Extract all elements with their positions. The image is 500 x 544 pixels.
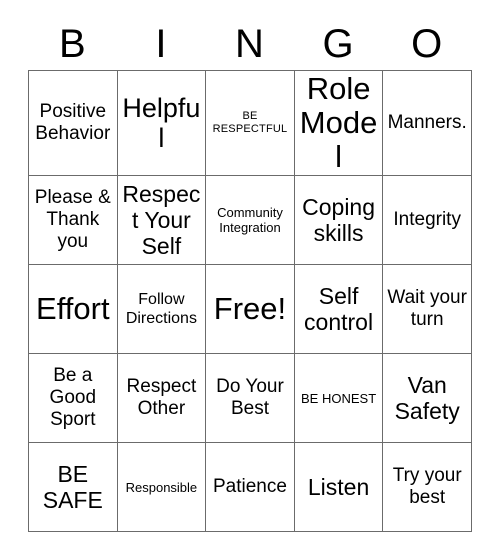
bingo-header-letter-g: G xyxy=(322,22,354,66)
bingo-cell-label: Respect Your Self xyxy=(122,181,201,259)
bingo-cell-label: Free! xyxy=(213,291,287,326)
bingo-cell-label: Responsible xyxy=(125,479,198,495)
bingo-cell[interactable]: BE HONEST xyxy=(294,353,384,443)
bingo-cell[interactable]: BE SAFE xyxy=(28,442,118,532)
bingo-cell[interactable]: BE RESPECTFUL xyxy=(205,70,295,176)
bingo-cell-label: Listen xyxy=(307,474,370,500)
bingo-cell[interactable]: Coping skills xyxy=(294,175,384,265)
bingo-cell[interactable]: Respect Your Self xyxy=(117,175,207,265)
bingo-cell-label: Role Model xyxy=(299,71,378,174)
bingo-cell[interactable]: Manners. xyxy=(382,70,472,176)
bingo-cell[interactable]: Van Safety xyxy=(382,353,472,443)
bingo-cell-label: Manners. xyxy=(387,112,467,133)
bingo-cell[interactable]: Listen xyxy=(294,442,384,532)
bingo-cell-label: BE RESPECTFUL xyxy=(212,110,288,135)
bingo-row: Effort Follow Directions Free! Self cont… xyxy=(28,264,472,354)
bingo-header-letter-i: I xyxy=(155,22,167,66)
bingo-cell[interactable]: Please & Thank you xyxy=(28,175,118,265)
bingo-cell-label: Effort xyxy=(36,291,110,326)
bingo-cell[interactable]: Follow Directions xyxy=(117,264,207,354)
bingo-cell[interactable]: Role Model xyxy=(294,70,384,176)
bingo-cell-label: Try your best xyxy=(392,465,462,508)
bingo-cell-label: Coping skills xyxy=(302,194,376,246)
bingo-grid: Positive Behavior Helpful BE RESPECTFUL … xyxy=(28,70,472,532)
bingo-cell-label: Wait your turn xyxy=(387,287,467,330)
bingo-cell[interactable]: Patience xyxy=(205,442,295,532)
bingo-cell[interactable]: Wait your turn xyxy=(382,264,472,354)
bingo-row: Positive Behavior Helpful BE RESPECTFUL … xyxy=(28,70,472,176)
bingo-cell-label: BE HONEST xyxy=(301,390,377,406)
bingo-cell-label: Van Safety xyxy=(394,372,460,424)
bingo-cell-free[interactable]: Free! xyxy=(205,264,295,354)
bingo-cell-label: Do Your Best xyxy=(216,376,284,419)
bingo-row: BE SAFE Responsible Patience Listen Try … xyxy=(28,442,472,532)
bingo-cell-label: Please & Thank you xyxy=(34,187,111,252)
bingo-row: Please & Thank you Respect Your Self Com… xyxy=(28,175,472,265)
bingo-cell[interactable]: Effort xyxy=(28,264,118,354)
bingo-row: Be a Good Sport Respect Other Do Your Be… xyxy=(28,353,472,443)
bingo-cell-label: Integrity xyxy=(393,209,461,230)
bingo-cell[interactable]: Community Integration xyxy=(205,175,295,265)
bingo-cell[interactable]: Responsible xyxy=(117,442,207,532)
bingo-cell[interactable]: Respect Other xyxy=(117,353,207,443)
bingo-cell[interactable]: Positive Behavior xyxy=(28,70,118,176)
bingo-cell-label: Be a Good Sport xyxy=(49,365,97,430)
bingo-cell-label: Patience xyxy=(213,476,287,497)
bingo-cell[interactable]: Try your best xyxy=(382,442,472,532)
bingo-cell-label: Follow Directions xyxy=(125,291,197,327)
bingo-cell-label: BE SAFE xyxy=(42,461,103,513)
bingo-header-letter-b: B xyxy=(58,22,86,66)
bingo-cell[interactable]: Do Your Best xyxy=(205,353,295,443)
bingo-card: B I N G O Positive Behavior Helpful BE R… xyxy=(28,18,472,532)
bingo-cell[interactable]: Integrity xyxy=(382,175,472,265)
bingo-header-row: B I N G O xyxy=(28,18,471,70)
bingo-cell-label: Community Integration xyxy=(217,205,283,235)
bingo-header-letter-o: O xyxy=(411,22,443,66)
bingo-cell[interactable]: Self control xyxy=(294,264,384,354)
bingo-cell[interactable]: Be a Good Sport xyxy=(28,353,118,443)
bingo-cell-label: Self control xyxy=(304,283,374,335)
bingo-cell[interactable]: Helpful xyxy=(117,70,207,176)
bingo-header-letter-n: N xyxy=(235,22,264,66)
bingo-cell-label: Respect Other xyxy=(126,376,197,419)
bingo-cell-label: Helpful xyxy=(122,93,201,153)
bingo-cell-label: Positive Behavior xyxy=(35,101,111,144)
